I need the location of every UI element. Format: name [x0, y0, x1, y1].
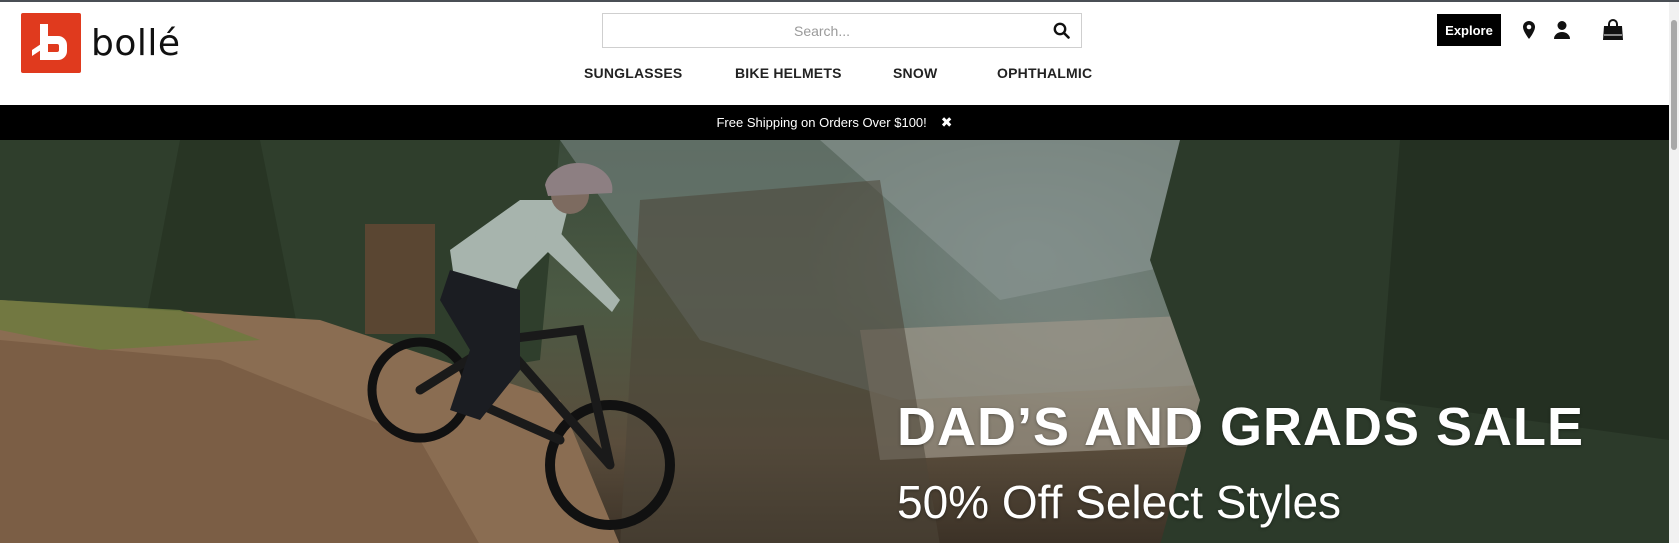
logo-wordmark: bollé: [91, 22, 181, 64]
nav-item-snow[interactable]: SNOW: [893, 65, 937, 81]
explore-button[interactable]: Explore: [1437, 14, 1501, 46]
nav-item-ophthalmic[interactable]: OPHTHALMIC: [997, 65, 1092, 81]
search-bar: [602, 13, 1082, 48]
bolle-logo-link[interactable]: bollé: [21, 13, 201, 73]
page-scrollbar[interactable]: [1669, 2, 1679, 543]
hero-subtitle: 50% Off Select Styles: [897, 476, 1342, 528]
page: bollé SUNGLASSES BIKE HELMETS SNOW OPHTH…: [0, 0, 1679, 543]
account-icon: [1554, 21, 1570, 39]
map-pin-icon: [1523, 21, 1535, 39]
nav-item-sunglasses[interactable]: SUNGLASSES: [584, 65, 682, 81]
promo-close-icon[interactable]: ✖: [941, 114, 953, 131]
search-input[interactable]: [603, 14, 1041, 47]
search-icon: [1053, 22, 1070, 39]
promo-text: Free Shipping on Orders Over $100!: [716, 115, 927, 130]
cart-button[interactable]: [1602, 18, 1624, 42]
promo-banner: Free Shipping on Orders Over $100! ✖: [0, 105, 1669, 140]
hero-banner[interactable]: DAD’S AND GRADS SALE 50% Off Select Styl…: [0, 140, 1669, 543]
hero-title: DAD’S AND GRADS SALE: [897, 397, 1585, 457]
hero-photo-mountain-biker: [0, 140, 1669, 543]
shopping-bag-icon: [1603, 19, 1623, 40]
nav-item-bike-helmets[interactable]: BIKE HELMETS: [735, 65, 842, 81]
store-locator-button[interactable]: [1522, 18, 1536, 42]
site-header: bollé SUNGLASSES BIKE HELMETS SNOW OPHTH…: [0, 2, 1669, 105]
account-button[interactable]: [1553, 18, 1571, 42]
search-button[interactable]: [1041, 14, 1081, 47]
main-nav: SUNGLASSES BIKE HELMETS SNOW OPHTHALMIC: [0, 65, 1669, 89]
bolle-logo-icon: [21, 13, 81, 73]
scrollbar-thumb[interactable]: [1671, 20, 1677, 150]
